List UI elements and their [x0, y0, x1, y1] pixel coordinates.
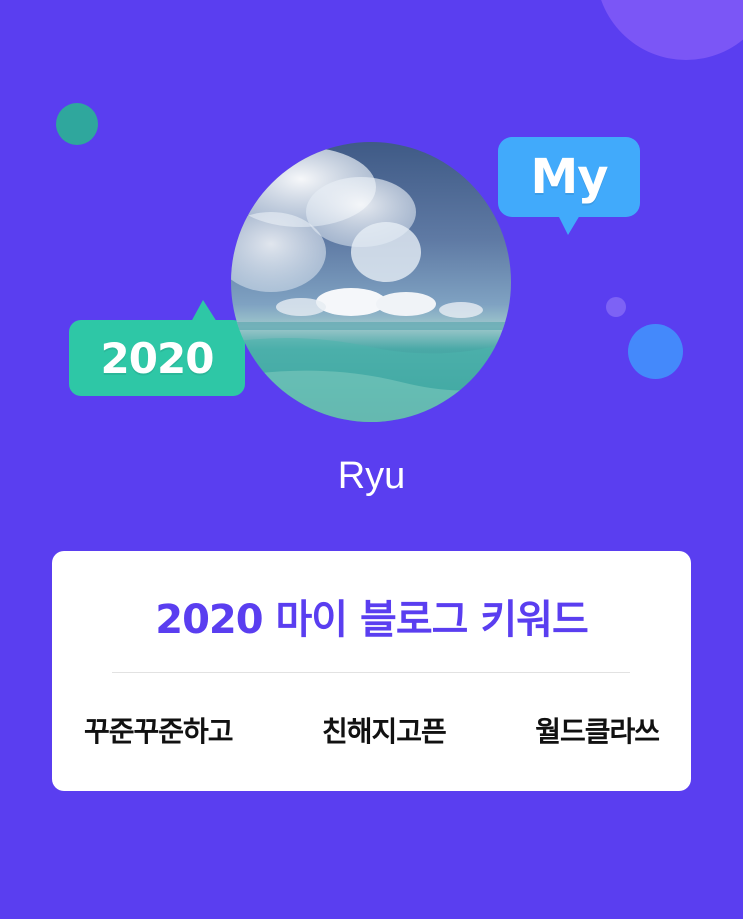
- card-divider: [112, 672, 630, 673]
- year-bubble-label: 2020: [100, 333, 215, 383]
- profile-username: Ryu: [337, 455, 406, 497]
- keyword-share-card: My 2020 Ryu 2020 마이 블로그 키워드 꾸준꾸준하고 친해지고픈…: [0, 0, 743, 919]
- decorative-dot: [628, 324, 683, 379]
- avatar: [231, 142, 511, 422]
- keyword-list: 꾸준꾸준하고 친해지고픈 월드클라쓰: [52, 710, 691, 750]
- keyword-item: 친해지고픈: [321, 715, 447, 748]
- keyword-card-title: 2020 마이 블로그 키워드: [155, 597, 589, 643]
- decorative-circle: [596, 0, 743, 60]
- year-speech-bubble: 2020: [69, 300, 245, 396]
- keyword-item: 월드클라쓰: [535, 715, 660, 748]
- keyword-item: 꾸준꾸준하고: [84, 715, 234, 748]
- decorative-dot: [606, 297, 626, 317]
- avatar-photo: [231, 147, 511, 422]
- my-speech-bubble: My: [498, 137, 640, 235]
- my-bubble-label: My: [530, 149, 608, 205]
- decorative-dot: [56, 103, 98, 145]
